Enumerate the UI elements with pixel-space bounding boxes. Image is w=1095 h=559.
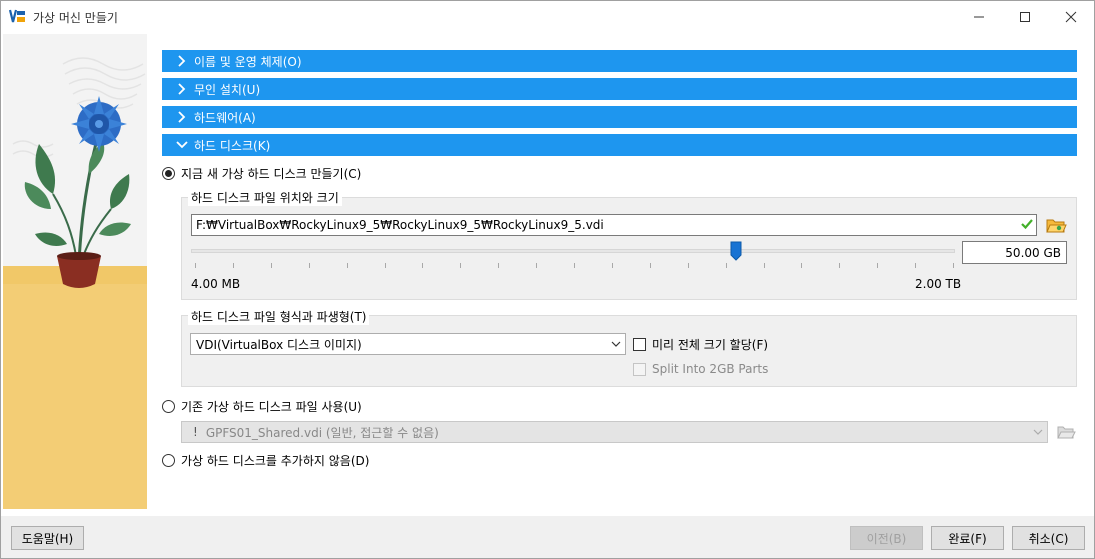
location-size-group-title: 하드 디스크 파일 위치와 크기 [188,189,342,206]
slider-tick [574,263,575,268]
split-checkbox-row: Split Into 2GB Parts [633,362,768,376]
slider-tick [270,263,272,268]
section-label: 하드 디스크(K) [194,138,271,153]
split-label: Split Into 2GB Parts [652,362,769,376]
radio-label: 가상 하드 디스크를 추가하지 않음(D) [181,454,370,468]
help-button[interactable]: 도움말(H) [11,526,84,550]
back-button: 이전(B) [850,526,923,550]
slider-tick [460,263,462,268]
valid-check-icon [1021,219,1033,230]
slider-tick [498,263,500,268]
slider-tick [953,263,954,268]
close-icon [1065,11,1077,22]
slider-min-label: 4.00 MB [191,277,241,291]
radio-button[interactable] [162,400,175,413]
radio-use-existing-disk[interactable]: 기존 가상 하드 디스크 파일 사용(U) [162,398,362,415]
slider-tick [649,263,651,268]
maximize-icon [1020,11,1030,22]
disk-format-select[interactable]: VDI(VirtualBox 디스크 이미지) [190,333,626,355]
disk-format-value: VDI(VirtualBox 디스크 이미지) [196,337,362,352]
slider-tick [687,263,689,268]
chevron-down-icon [1033,429,1043,435]
slider-tick [839,263,841,268]
maximize-button[interactable] [1002,1,1048,32]
finish-button[interactable]: 완료(F) [931,526,1004,550]
radio-button[interactable] [162,454,175,467]
radio-label: 기존 가상 하드 디스크 파일 사용(U) [181,400,362,414]
preallocate-checkbox-row[interactable]: 미리 전체 크기 할당(F) [633,336,768,353]
window-title: 가상 머신 만들기 [33,11,118,25]
preallocate-checkbox[interactable] [633,338,646,351]
cancel-button[interactable]: 취소(C) [1012,526,1085,550]
slider-tick [346,263,348,268]
create-vm-dialog: 가상 머신 만들기 이름 및 운영 체제(O) 무인 설치(U) 하드웨어(A)… [0,0,1095,559]
radio-no-disk[interactable]: 가상 하드 디스크를 추가하지 않음(D) [162,452,369,469]
preallocate-label: 미리 전체 크기 할당(F) [652,338,769,352]
slider-tick [725,263,727,268]
disk-file-path-input[interactable]: F:₩VirtualBox₩RockyLinux9_5₩RockyLinux9_… [191,214,1037,236]
split-checkbox [633,362,646,376]
finish-button-label: 완료(F) [948,531,987,546]
wizard-side-image [3,34,147,509]
chevron-down-icon [172,134,192,156]
section-label: 이름 및 운영 체제(O) [194,54,302,69]
slider-tick [801,263,803,268]
close-button[interactable] [1048,1,1094,32]
chevron-down-icon [611,341,621,347]
section-label: 하드웨어(A) [194,110,256,125]
disk-size-slider-thumb[interactable] [730,241,742,261]
slider-tick [536,263,538,268]
section-hardware[interactable]: 하드웨어(A) [162,106,1077,128]
slider-max-label: 2.00 TB [915,277,962,291]
chevron-right-icon [172,78,192,100]
slider-tick [763,263,765,268]
slider-tick [611,263,613,268]
existing-disk-value: GPFS01_Shared.vdi (일반, 접근할 수 없음) [205,425,439,440]
section-unattended-install[interactable]: 무인 설치(U) [162,78,1077,100]
slider-tick [195,263,196,268]
folder-open-icon [1057,426,1076,439]
back-button-label: 이전(B) [866,531,907,546]
plant-illustration-icon [3,34,147,509]
title-bar: 가상 머신 만들기 [1,1,1094,32]
slider-tick [232,263,234,268]
slider-tick [915,263,917,268]
minimize-button[interactable] [956,1,1002,32]
slider-tick [308,263,310,268]
format-variant-group-title: 하드 디스크 파일 형식과 파생형(T) [188,308,370,325]
section-label: 무인 설치(U) [194,82,261,97]
radio-label: 지금 새 가상 하드 디스크 만들기(C) [181,167,362,181]
disk-size-input[interactable]: 50.00 GB [962,241,1067,264]
minimize-icon [974,16,984,17]
chevron-right-icon [172,50,192,72]
radio-create-new-disk[interactable]: 지금 새 가상 하드 디스크 만들기(C) [162,165,361,182]
folder-open-icon [1046,219,1067,233]
radio-button[interactable] [162,167,175,180]
choose-existing-file-button [1054,421,1078,443]
warning-icon: ! [193,425,198,439]
existing-disk-select: ! GPFS01_Shared.vdi (일반, 접근할 수 없음) [181,421,1048,443]
help-button-label: 도움말(H) [21,531,74,546]
slider-tick [877,263,879,268]
cancel-button-label: 취소(C) [1028,531,1069,546]
virtualbox-icon [9,8,27,25]
chevron-right-icon [172,106,192,128]
choose-file-button[interactable] [1044,214,1068,236]
disk-size-slider[interactable] [191,249,955,253]
slider-tick [384,263,386,268]
section-name-and-os[interactable]: 이름 및 운영 체제(O) [162,50,1077,72]
slider-tick [422,263,424,268]
section-hard-disk[interactable]: 하드 디스크(K) [162,134,1077,156]
